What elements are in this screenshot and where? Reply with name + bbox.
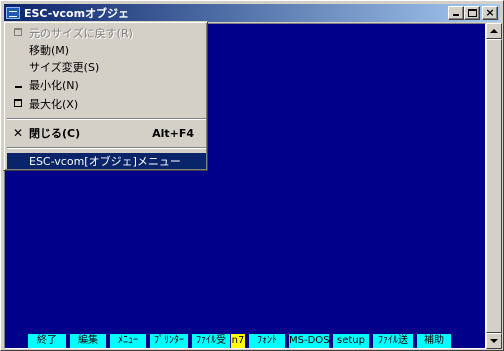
menu-item-label: 移動(M)	[29, 44, 70, 57]
menu-item-label: サイズ変更(S)	[29, 61, 100, 74]
maximize-button[interactable]	[464, 6, 480, 20]
fkey-font[interactable]: ﾌｫﾝﾄ	[249, 334, 285, 348]
scroll-down-button[interactable]	[486, 333, 502, 349]
fkey-file-receive[interactable]: ﾌｧｲﾙ受	[192, 334, 230, 348]
menu-item-maximize[interactable]: 最大化(X)	[7, 96, 206, 112]
menu-item-label: 閉じる(C)	[29, 127, 81, 140]
fkey-n7[interactable]: n7	[231, 334, 245, 348]
menu-item-restore[interactable]: 元のサイズに戻す(R)	[7, 25, 206, 41]
menu-item-close[interactable]: ✕ 閉じる(C) Alt+F4	[7, 125, 206, 141]
fkey-setup[interactable]: setup	[333, 334, 369, 348]
menu-item-size[interactable]: サイズ変更(S)	[7, 59, 206, 75]
menu-item-label: ESC-vcom[オブジェ]メニュー	[29, 155, 181, 168]
fkey-edit[interactable]: 編集	[70, 334, 106, 348]
menu-item-vcom-menu[interactable]: ESC-vcom[オブジェ]メニュー	[7, 153, 206, 169]
fkey-file-send[interactable]: ﾌｧｲﾙ送	[373, 334, 413, 348]
menu-item-move[interactable]: 移動(M)	[7, 42, 206, 58]
close-icon: ×	[485, 6, 495, 19]
function-key-bar: 終了 編集 ﾒﾆｭｰ ﾌﾟﾘﾝﾀｰ ﾌｧｲﾙ受 n7 ﾌｫﾝﾄ MS-DOS s…	[28, 334, 455, 348]
scroll-up-button[interactable]	[486, 23, 502, 39]
window-title: ESC-vcomオブジェ	[24, 7, 130, 20]
menu-separator	[7, 118, 206, 120]
menu-separator	[7, 147, 206, 149]
close-button[interactable]: ×	[482, 6, 498, 20]
minimize-icon	[7, 80, 29, 91]
close-icon: ✕	[12, 126, 24, 140]
vertical-scrollbar[interactable]	[486, 23, 502, 349]
fkey-quit[interactable]: 終了	[28, 334, 66, 348]
app-icon[interactable]	[6, 7, 20, 19]
title-bar[interactable]: ESC-vcomオブジェ ×	[4, 4, 500, 22]
menu-item-minimize[interactable]: 最小化(N)	[7, 77, 206, 93]
fkey-msdos[interactable]: MS-DOS	[289, 334, 329, 348]
maximize-icon	[468, 9, 477, 17]
scroll-thumb[interactable]	[486, 39, 502, 333]
minimize-button[interactable]	[448, 6, 464, 20]
system-menu: 元のサイズに戻す(R) 移動(M) サイズ変更(S) 最小化(N) 最大化(X)…	[3, 21, 208, 171]
minimize-icon	[453, 14, 459, 16]
menu-item-label: 最大化(X)	[29, 98, 79, 111]
menu-item-label: 最小化(N)	[29, 79, 79, 92]
title-buttons: ×	[448, 6, 498, 20]
fkey-assist[interactable]: 補助	[417, 334, 451, 348]
fkey-menu[interactable]: ﾒﾆｭｰ	[110, 334, 146, 348]
fkey-printer[interactable]: ﾌﾟﾘﾝﾀｰ	[150, 334, 188, 348]
maximize-icon	[7, 98, 29, 110]
restore-icon	[7, 27, 29, 39]
menu-item-shortcut: Alt+F4	[152, 126, 194, 140]
menu-item-label: 元のサイズに戻す(R)	[29, 27, 133, 40]
